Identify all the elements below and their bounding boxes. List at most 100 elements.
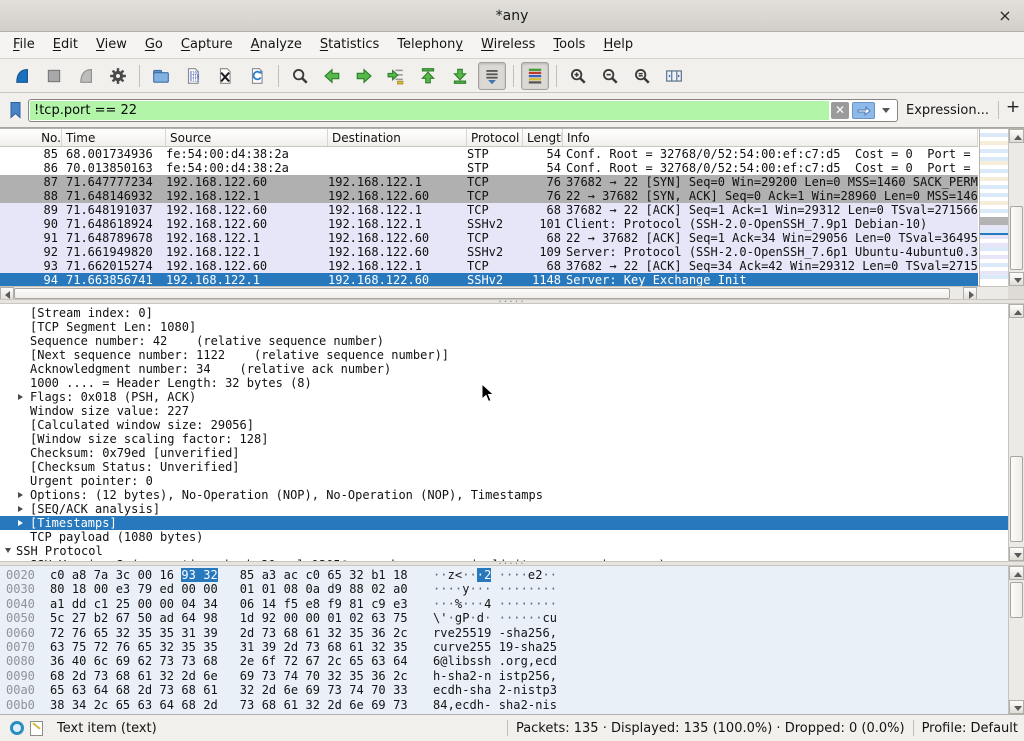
detail-row[interactable]: Checksum: 0x79ed [unverified]: [0, 446, 1008, 460]
menu-wireless[interactable]: Wireless: [472, 32, 544, 58]
detail-row[interactable]: [Next sequence number: 1122 (relative se…: [0, 348, 1008, 362]
capture-comment-icon[interactable]: [30, 721, 43, 736]
profile-selector[interactable]: Profile: Default: [922, 721, 1018, 736]
zoom-out-button[interactable]: [596, 62, 624, 90]
hex-row-00a0[interactable]: 00a0656364682d736861322d6e6973747033ecdh…: [0, 683, 1008, 697]
go-last-button[interactable]: [446, 62, 474, 90]
menu-file[interactable]: File: [4, 32, 44, 58]
colorize-button[interactable]: [521, 62, 549, 90]
column-header-source[interactable]: Source: [166, 129, 328, 146]
detail-row[interactable]: Flags: 0x018 (PSH, ACK): [0, 390, 1008, 404]
packet-row-89[interactable]: 8971.648191037192.168.122.60192.168.122.…: [0, 203, 978, 217]
auto-scroll-button[interactable]: [478, 62, 506, 90]
column-header-no[interactable]: No.: [0, 129, 62, 146]
intelligent-scrollbar-minimap[interactable]: [979, 129, 1008, 286]
zoom-100-button[interactable]: [628, 62, 656, 90]
column-header-protocol[interactable]: Protocol: [467, 129, 523, 146]
restart-capture-button[interactable]: [72, 62, 100, 90]
detail-row[interactable]: [Timestamps]: [0, 516, 1008, 530]
packet-row-90[interactable]: 9071.648618924192.168.122.60192.168.122.…: [0, 217, 978, 231]
save-file-button[interactable]: 010101100112: [179, 62, 207, 90]
reload-file-button[interactable]: [243, 62, 271, 90]
collapsed-arrow-icon[interactable]: [18, 492, 23, 498]
menu-analyze[interactable]: Analyze: [242, 32, 311, 58]
hex-row-0090[interactable]: 0090682d736861322d6e697374703235362ch-sh…: [0, 669, 1008, 683]
menu-view[interactable]: View: [87, 32, 136, 58]
zoom-in-button[interactable]: [564, 62, 592, 90]
filter-bookmark-icon[interactable]: [8, 101, 24, 119]
hex-row-00b0[interactable]: 00b038342c656364682d736861322d6e697384,e…: [0, 698, 1008, 712]
packet-list-vscrollbar[interactable]: [1008, 129, 1024, 286]
packet-row-94[interactable]: 9471.663856741192.168.122.1192.168.122.6…: [0, 273, 978, 286]
packet-list-header[interactable]: No.TimeSourceDestinationProtocolLengthIn…: [0, 129, 978, 147]
resize-columns-button[interactable]: [660, 62, 688, 90]
go-first-button[interactable]: [414, 62, 442, 90]
packet-row-92[interactable]: 9271.661949820192.168.122.1192.168.122.6…: [0, 245, 978, 259]
detail-row[interactable]: [TCP Segment Len: 1080]: [0, 320, 1008, 334]
menu-telephony[interactable]: Telephony: [388, 32, 472, 58]
menu-edit[interactable]: Edit: [44, 32, 87, 58]
packet-row-87[interactable]: 8771.647777234192.168.122.60192.168.122.…: [0, 175, 978, 189]
detail-row[interactable]: [SEQ/ACK analysis]: [0, 502, 1008, 516]
detail-row[interactable]: Acknowledgment number: 34 (relative ack …: [0, 362, 1008, 376]
menu-help[interactable]: Help: [594, 32, 642, 58]
details-vscrollbar[interactable]: [1008, 304, 1024, 561]
hex-vscrollbar[interactable]: [1008, 566, 1024, 714]
detail-row[interactable]: Urgent pointer: 0: [0, 474, 1008, 488]
detail-row[interactable]: [Window size scaling factor: 128]: [0, 432, 1008, 446]
go-back-button[interactable]: [318, 62, 346, 90]
expanded-arrow-icon[interactable]: [5, 548, 11, 553]
hex-row-0070[interactable]: 0070637572766532353531392d7368613235curv…: [0, 640, 1008, 654]
column-header-time[interactable]: Time: [62, 129, 166, 146]
packet-row-88[interactable]: 8871.648146932192.168.122.1192.168.122.6…: [0, 189, 978, 203]
details-scroll-down-icon[interactable]: [1009, 547, 1024, 561]
go-to-packet-button[interactable]: [382, 62, 410, 90]
find-packet-button[interactable]: [286, 62, 314, 90]
packet-list-vscroll-thumb[interactable]: [1010, 206, 1023, 270]
scroll-down-icon[interactable]: [1009, 272, 1024, 286]
add-filter-button[interactable]: +: [1004, 97, 1022, 121]
filter-clear-icon[interactable]: ✕: [831, 102, 849, 119]
packet-row-93[interactable]: 9371.662015274192.168.122.60192.168.122.…: [0, 259, 978, 273]
column-header-destination[interactable]: Destination: [328, 129, 467, 146]
detail-row[interactable]: [Calculated window size: 29056]: [0, 418, 1008, 432]
capture-options-button[interactable]: [104, 62, 132, 90]
packet-row-86[interactable]: 8670.013850163fe:54:00:d4:38:2aSTP54Conf…: [0, 161, 978, 175]
hex-scroll-up-icon[interactable]: [1009, 566, 1024, 580]
collapsed-arrow-icon[interactable]: [18, 520, 23, 526]
detail-row[interactable]: TCP payload (1080 bytes): [0, 530, 1008, 544]
column-header-info[interactable]: Info: [563, 129, 978, 146]
hex-row-0040[interactable]: 0040a1ddc125000004340614f5e8f981c9e3···%…: [0, 597, 1008, 611]
packet-row-85[interactable]: 8568.001734936fe:54:00:d4:38:2aSTP54Conf…: [0, 147, 978, 161]
start-capture-button[interactable]: [8, 62, 36, 90]
go-forward-button[interactable]: [350, 62, 378, 90]
display-filter-input[interactable]: [30, 101, 829, 120]
detail-row[interactable]: [Checksum Status: Unverified]: [0, 460, 1008, 474]
menu-go[interactable]: Go: [136, 32, 172, 58]
expression-button[interactable]: Expression...: [906, 103, 989, 118]
title-bar[interactable]: *any ×: [0, 0, 1024, 32]
expert-info-icon[interactable]: [10, 721, 24, 735]
scroll-up-icon[interactable]: [1009, 129, 1024, 143]
stop-capture-button[interactable]: [40, 62, 68, 90]
open-file-button[interactable]: [147, 62, 175, 90]
details-scroll-up-icon[interactable]: [1009, 304, 1024, 318]
detail-row[interactable]: Options: (12 bytes), No-Operation (NOP),…: [0, 488, 1008, 502]
menu-tools[interactable]: Tools: [544, 32, 594, 58]
close-icon[interactable]: ×: [996, 7, 1014, 25]
details-vscroll-thumb[interactable]: [1010, 456, 1023, 542]
hex-row-0030[interactable]: 0030801800e379ed00000101080ad98802a0····…: [0, 582, 1008, 596]
detail-row[interactable]: Sequence number: 42 (relative sequence n…: [0, 334, 1008, 348]
hex-row-0050[interactable]: 00505c27b26750ad64981d92000001026375\'·g…: [0, 611, 1008, 625]
detail-row[interactable]: Window size value: 227: [0, 404, 1008, 418]
collapsed-arrow-icon[interactable]: [18, 394, 23, 400]
hex-row-0080[interactable]: 008036406c69627373682e6f72672c6563646@li…: [0, 654, 1008, 668]
hex-vscroll-thumb[interactable]: [1010, 582, 1023, 618]
packet-row-91[interactable]: 9171.648789678192.168.122.1192.168.122.6…: [0, 231, 978, 245]
filter-apply-icon[interactable]: [852, 102, 875, 119]
detail-row[interactable]: [Stream index: 0]: [0, 306, 1008, 320]
menu-capture[interactable]: Capture: [172, 32, 242, 58]
menu-statistics[interactable]: Statistics: [311, 32, 388, 58]
hex-scroll-down-icon[interactable]: [1009, 700, 1024, 714]
packet-list-hscroll-thumb[interactable]: [14, 288, 950, 299]
